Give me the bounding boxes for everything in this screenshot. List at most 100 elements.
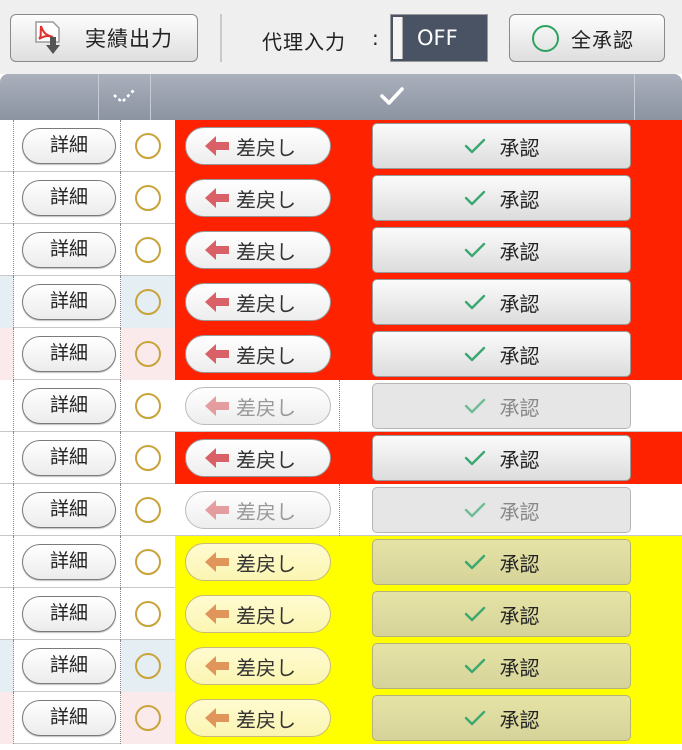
return-button[interactable]: 差戻し bbox=[185, 543, 331, 581]
row-select-circle[interactable] bbox=[135, 237, 161, 263]
row-select-circle[interactable] bbox=[135, 497, 161, 523]
detail-cell: 詳細 bbox=[14, 640, 121, 692]
row-select-circle[interactable] bbox=[135, 601, 161, 627]
detail-button[interactable]: 詳細 bbox=[22, 596, 116, 632]
approve-button[interactable]: 承認 bbox=[372, 175, 631, 221]
approve-button[interactable]: 承認 bbox=[372, 227, 631, 273]
approve-button[interactable]: 承認 bbox=[372, 487, 631, 533]
select-all-check-icon[interactable] bbox=[111, 87, 137, 105]
row-marker-cell bbox=[0, 380, 14, 432]
detail-button[interactable]: 詳細 bbox=[22, 128, 116, 164]
export-results-button[interactable]: 実績出力 bbox=[10, 14, 198, 62]
approve-label: 承認 bbox=[499, 291, 540, 316]
detail-button[interactable]: 詳細 bbox=[22, 492, 116, 528]
approve-label: 承認 bbox=[499, 239, 540, 264]
select-cell bbox=[121, 484, 175, 536]
approve-label: 承認 bbox=[499, 343, 540, 368]
detail-button[interactable]: 詳細 bbox=[22, 180, 116, 216]
detail-cell: 詳細 bbox=[14, 276, 121, 328]
approve-all-button[interactable]: 全承認 bbox=[509, 14, 665, 62]
detail-button[interactable]: 詳細 bbox=[22, 284, 116, 320]
return-label: 差戻し bbox=[236, 343, 296, 368]
approve-button[interactable]: 承認 bbox=[372, 695, 631, 741]
row-select-circle[interactable] bbox=[135, 653, 161, 679]
return-button[interactable]: 差戻し bbox=[185, 335, 331, 373]
detail-button[interactable]: 詳細 bbox=[22, 440, 116, 476]
return-label: 差戻し bbox=[236, 395, 296, 420]
toggle-knob bbox=[393, 17, 403, 59]
detail-cell: 詳細 bbox=[14, 432, 121, 484]
detail-button[interactable]: 詳細 bbox=[22, 648, 116, 684]
row-select-circle[interactable] bbox=[135, 445, 161, 471]
return-button[interactable]: 差戻し bbox=[185, 127, 331, 165]
toolbar-divider bbox=[220, 14, 222, 62]
action-cell: 差戻し 承認 bbox=[175, 432, 682, 484]
arrow-left-icon bbox=[205, 656, 229, 676]
approve-label: 承認 bbox=[499, 187, 540, 212]
detail-button[interactable]: 詳細 bbox=[22, 336, 116, 372]
select-cell bbox=[121, 224, 175, 276]
approve-label: 承認 bbox=[499, 447, 540, 472]
proxy-input-toggle[interactable]: OFF bbox=[390, 14, 488, 62]
return-button[interactable]: 差戻し bbox=[185, 647, 331, 685]
return-button[interactable]: 差戻し bbox=[185, 283, 331, 321]
action-cell: 差戻し 承認 bbox=[175, 328, 682, 380]
cell-divider bbox=[339, 484, 340, 536]
approve-button[interactable]: 承認 bbox=[372, 331, 631, 377]
check-icon bbox=[464, 502, 485, 518]
toolbar: 実績出力 代理入力 : OFF 全承認 bbox=[0, 0, 682, 74]
approve-button[interactable]: 承認 bbox=[372, 643, 631, 689]
return-label: 差戻し bbox=[236, 551, 296, 576]
check-icon bbox=[464, 658, 485, 674]
check-icon bbox=[464, 190, 485, 206]
detail-button[interactable]: 詳細 bbox=[22, 388, 116, 424]
detail-cell: 詳細 bbox=[14, 172, 121, 224]
detail-button[interactable]: 詳細 bbox=[22, 700, 116, 736]
row-select-circle[interactable] bbox=[135, 393, 161, 419]
row-select-circle[interactable] bbox=[135, 133, 161, 159]
approve-button[interactable]: 承認 bbox=[372, 279, 631, 325]
arrow-left-icon bbox=[205, 604, 229, 624]
return-button[interactable]: 差戻し bbox=[185, 491, 331, 529]
detail-cell: 詳細 bbox=[14, 224, 121, 276]
approve-column-check-icon[interactable] bbox=[379, 84, 405, 108]
approve-button[interactable]: 承認 bbox=[372, 435, 631, 481]
return-label: 差戻し bbox=[236, 187, 296, 212]
detail-button[interactable]: 詳細 bbox=[22, 232, 116, 268]
table-row: 詳細 差戻し 承認 bbox=[0, 432, 682, 484]
arrow-left-icon bbox=[205, 188, 229, 208]
return-button[interactable]: 差戻し bbox=[185, 387, 331, 425]
check-icon bbox=[464, 554, 485, 570]
row-select-circle[interactable] bbox=[135, 549, 161, 575]
proxy-input-state: OFF bbox=[417, 26, 458, 50]
return-button[interactable]: 差戻し bbox=[185, 439, 331, 477]
check-icon bbox=[464, 606, 485, 622]
approve-button[interactable]: 承認 bbox=[372, 591, 631, 637]
row-select-circle[interactable] bbox=[135, 185, 161, 211]
return-button[interactable]: 差戻し bbox=[185, 231, 331, 269]
row-marker-cell bbox=[0, 588, 14, 640]
arrow-left-icon bbox=[205, 344, 229, 364]
table-row: 詳細 差戻し 承認 bbox=[0, 328, 682, 380]
header-divider bbox=[634, 74, 635, 120]
approve-button[interactable]: 承認 bbox=[372, 539, 631, 585]
approve-button[interactable]: 承認 bbox=[372, 383, 631, 429]
approval-table-body: 詳細 差戻し 承認 詳細 差戻し 承認 詳細 差戻し 承認 詳細 差戻し 承認 … bbox=[0, 120, 682, 744]
action-cell: 差戻し 承認 bbox=[175, 588, 682, 640]
action-cell: 差戻し 承認 bbox=[175, 692, 682, 744]
row-select-circle[interactable] bbox=[135, 289, 161, 315]
select-cell bbox=[121, 380, 175, 432]
detail-button[interactable]: 詳細 bbox=[22, 544, 116, 580]
return-button[interactable]: 差戻し bbox=[185, 179, 331, 217]
row-select-circle[interactable] bbox=[135, 341, 161, 367]
approve-label: 承認 bbox=[499, 395, 540, 420]
approve-button[interactable]: 承認 bbox=[372, 123, 631, 169]
return-button[interactable]: 差戻し bbox=[185, 595, 331, 633]
detail-cell: 詳細 bbox=[14, 536, 121, 588]
detail-cell: 詳細 bbox=[14, 484, 121, 536]
row-select-circle[interactable] bbox=[135, 705, 161, 731]
return-button[interactable]: 差戻し bbox=[185, 699, 331, 737]
select-cell bbox=[121, 276, 175, 328]
table-row: 詳細 差戻し 承認 bbox=[0, 120, 682, 172]
approve-label: 承認 bbox=[499, 655, 540, 680]
